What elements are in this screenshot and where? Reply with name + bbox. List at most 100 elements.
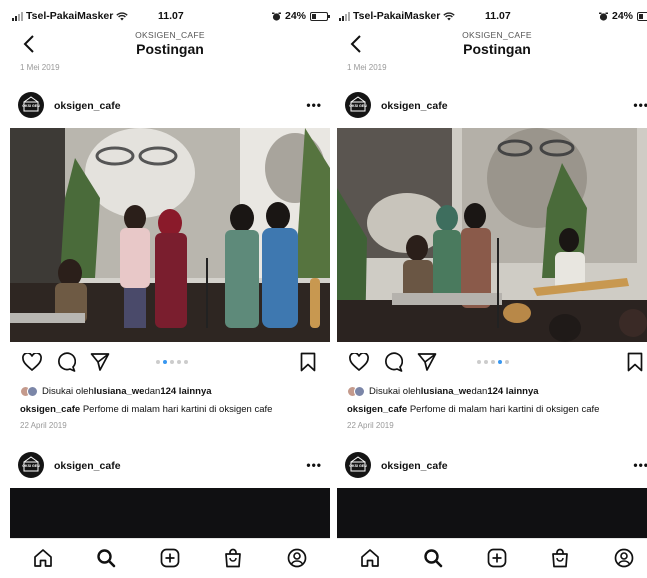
avatar[interactable]: OKSI GEN: [18, 452, 44, 478]
tab-profile[interactable]: [613, 547, 635, 569]
logo-text: OKSI GEN: [22, 464, 40, 468]
carousel-dot: [477, 360, 481, 364]
logo-text: OKSI GEN: [349, 104, 367, 108]
tab-add-post[interactable]: [159, 547, 181, 569]
post-username[interactable]: oksigen_cafe: [54, 100, 121, 112]
more-options-button[interactable]: •••: [633, 458, 647, 472]
carousel-dot: [491, 360, 495, 364]
more-options-button[interactable]: •••: [306, 458, 322, 472]
carousel-indicator: [156, 360, 188, 364]
tab-home[interactable]: [359, 547, 381, 569]
share-button[interactable]: [88, 350, 112, 374]
liker-avatar: [27, 385, 38, 397]
post-date: 22 April 2019: [20, 421, 67, 430]
avatar[interactable]: OKSI GEN: [18, 92, 44, 118]
home-icon: [361, 549, 379, 567]
carousel-dot: [498, 360, 502, 364]
search-icon: [424, 549, 443, 568]
comment-bubble-icon: [58, 352, 76, 372]
comment-button[interactable]: [381, 350, 405, 374]
alarm-icon: [598, 12, 608, 21]
likes-summary[interactable]: Disukai oleh lusiana_we dan 124 lainnya: [347, 384, 539, 398]
likes-count[interactable]: 124 lainnya: [160, 386, 211, 397]
wifi-icon: [443, 11, 456, 20]
previous-post-date: 1 Mei 2019: [347, 63, 387, 72]
tab-search[interactable]: [422, 547, 444, 569]
home-icon: [34, 549, 52, 567]
carousel-indicator: [477, 360, 509, 364]
carousel-dot: [505, 360, 509, 364]
more-options-button[interactable]: •••: [306, 98, 322, 112]
post-date: 22 April 2019: [347, 421, 394, 430]
caption-username[interactable]: oksigen_cafe: [20, 404, 80, 415]
tab-search[interactable]: [95, 547, 117, 569]
post-username[interactable]: oksigen_cafe: [381, 460, 448, 472]
liker-username[interactable]: lusiana_we: [94, 386, 145, 397]
post-caption: oksigen_cafe Perfome di malam hari karti…: [347, 404, 599, 415]
caption-text: Perfome di malam hari kartini di oksigen…: [80, 404, 273, 415]
likes-summary[interactable]: Disukai oleh lusiana_we dan 124 lainnya: [20, 384, 212, 398]
phone-screen-right: Tsel-PakaiMasker 11.07 24% OKSIGEN_CAFE …: [337, 0, 647, 578]
logo-text: OKSI GEN: [349, 464, 367, 468]
status-time: 11.07: [485, 10, 511, 22]
tab-add-post[interactable]: [486, 547, 508, 569]
paper-plane-icon: [417, 353, 437, 371]
account-name: OKSIGEN_CAFE: [462, 30, 532, 40]
tab-shop[interactable]: [222, 547, 244, 569]
tab-shop[interactable]: [549, 547, 571, 569]
post-header: OKSI GEN oksigen_cafe •••: [337, 92, 647, 122]
heart-icon: [349, 353, 369, 371]
carousel-dot: [163, 360, 167, 364]
phone-screen-left: Tsel-PakaiMasker 11.07 24% OKSIGEN_CAFE …: [10, 0, 330, 578]
search-icon: [97, 549, 116, 568]
next-post-photo[interactable]: [337, 488, 647, 538]
like-button[interactable]: [20, 350, 44, 374]
save-button[interactable]: [296, 350, 320, 374]
post-username[interactable]: oksigen_cafe: [381, 100, 448, 112]
more-options-button[interactable]: •••: [633, 98, 647, 112]
post-photo[interactable]: [337, 128, 647, 342]
caption-username[interactable]: oksigen_cafe: [347, 404, 407, 415]
battery-percent: 24%: [284, 10, 306, 22]
page-title: Postingan: [136, 41, 204, 57]
add-post-icon: [487, 548, 507, 568]
avatar[interactable]: OKSI GEN: [345, 452, 371, 478]
tab-profile[interactable]: [286, 547, 308, 569]
comment-button[interactable]: [54, 350, 78, 374]
carousel-dot: [184, 360, 188, 364]
signal-icon: [339, 11, 350, 21]
share-button[interactable]: [415, 350, 439, 374]
likes-count[interactable]: 124 lainnya: [487, 386, 538, 397]
post-username[interactable]: oksigen_cafe: [54, 460, 121, 472]
liker-avatar: [354, 385, 365, 397]
shop-bag-icon: [552, 548, 568, 568]
nav-header: OKSIGEN_CAFE Postingan: [337, 28, 647, 62]
avatar[interactable]: OKSI GEN: [345, 92, 371, 118]
carrier-name: Tsel-PakaiMasker: [353, 10, 441, 22]
bookmark-icon: [300, 352, 316, 372]
carousel-dot: [484, 360, 488, 364]
signal-icon: [12, 11, 23, 21]
tab-home[interactable]: [32, 547, 54, 569]
carrier-name: Tsel-PakaiMasker: [26, 10, 114, 22]
post-actions: [337, 350, 647, 374]
like-button[interactable]: [347, 350, 371, 374]
band-performance-photo: [337, 128, 647, 342]
post-caption: oksigen_cafe Perfome di malam hari karti…: [20, 404, 272, 415]
profile-icon: [287, 548, 307, 568]
cafe-logo-icon: OKSI GEN: [349, 456, 367, 472]
cafe-logo-icon: OKSI GEN: [22, 96, 40, 112]
post-header: OKSI GEN oksigen_cafe •••: [10, 92, 330, 122]
save-button[interactable]: [623, 350, 647, 374]
battery-icon: [310, 11, 330, 21]
liker-username[interactable]: lusiana_we: [421, 386, 472, 397]
battery-icon: [637, 11, 647, 21]
bookmark-icon: [627, 352, 643, 372]
caption-text: Perfome di malam hari kartini di oksigen…: [407, 404, 600, 415]
page-title: Postingan: [463, 41, 531, 57]
account-name: OKSIGEN_CAFE: [135, 30, 205, 40]
status-bar: Tsel-PakaiMasker 11.07 24%: [337, 8, 647, 24]
next-post-header: OKSI GEN oksigen_cafe •••: [10, 452, 330, 482]
next-post-photo[interactable]: [10, 488, 330, 538]
post-photo[interactable]: [10, 128, 330, 342]
